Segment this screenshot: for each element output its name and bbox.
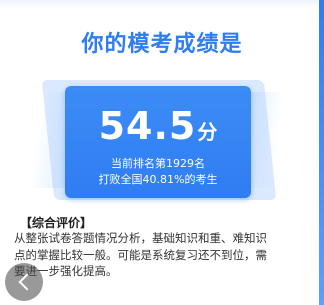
score-card: 54.5分 当前排名第1929名 打败全国40.81%的考生 [65,86,251,198]
score-unit: 分 [197,120,218,144]
score-display: 54.5分 [65,104,251,148]
rank-text: 当前排名第1929名 [111,157,205,170]
score-value: 54.5 [98,104,197,148]
back-arrow-icon[interactable] [5,263,43,301]
beat-percentage-text: 打败全国40.81%的考生 [98,173,218,186]
evaluation-line: 从整张试卷答题情况分析，基础知识和重、难知识 [14,231,267,245]
evaluation-title: 【综合评价】 [20,216,93,230]
page-title: 你的模考成绩是 [81,32,243,57]
evaluation-text: 从整张试卷答题情况分析，基础知识和重、难知识 点的掌握比较一般。可能是系统复习还… [14,230,312,280]
evaluation-line: 要进一步强化提高。 [14,264,118,278]
evaluation-line: 点的掌握比较一般。可能是系统复习还不到位，需 [14,247,267,262]
top-frame [0,0,324,8]
